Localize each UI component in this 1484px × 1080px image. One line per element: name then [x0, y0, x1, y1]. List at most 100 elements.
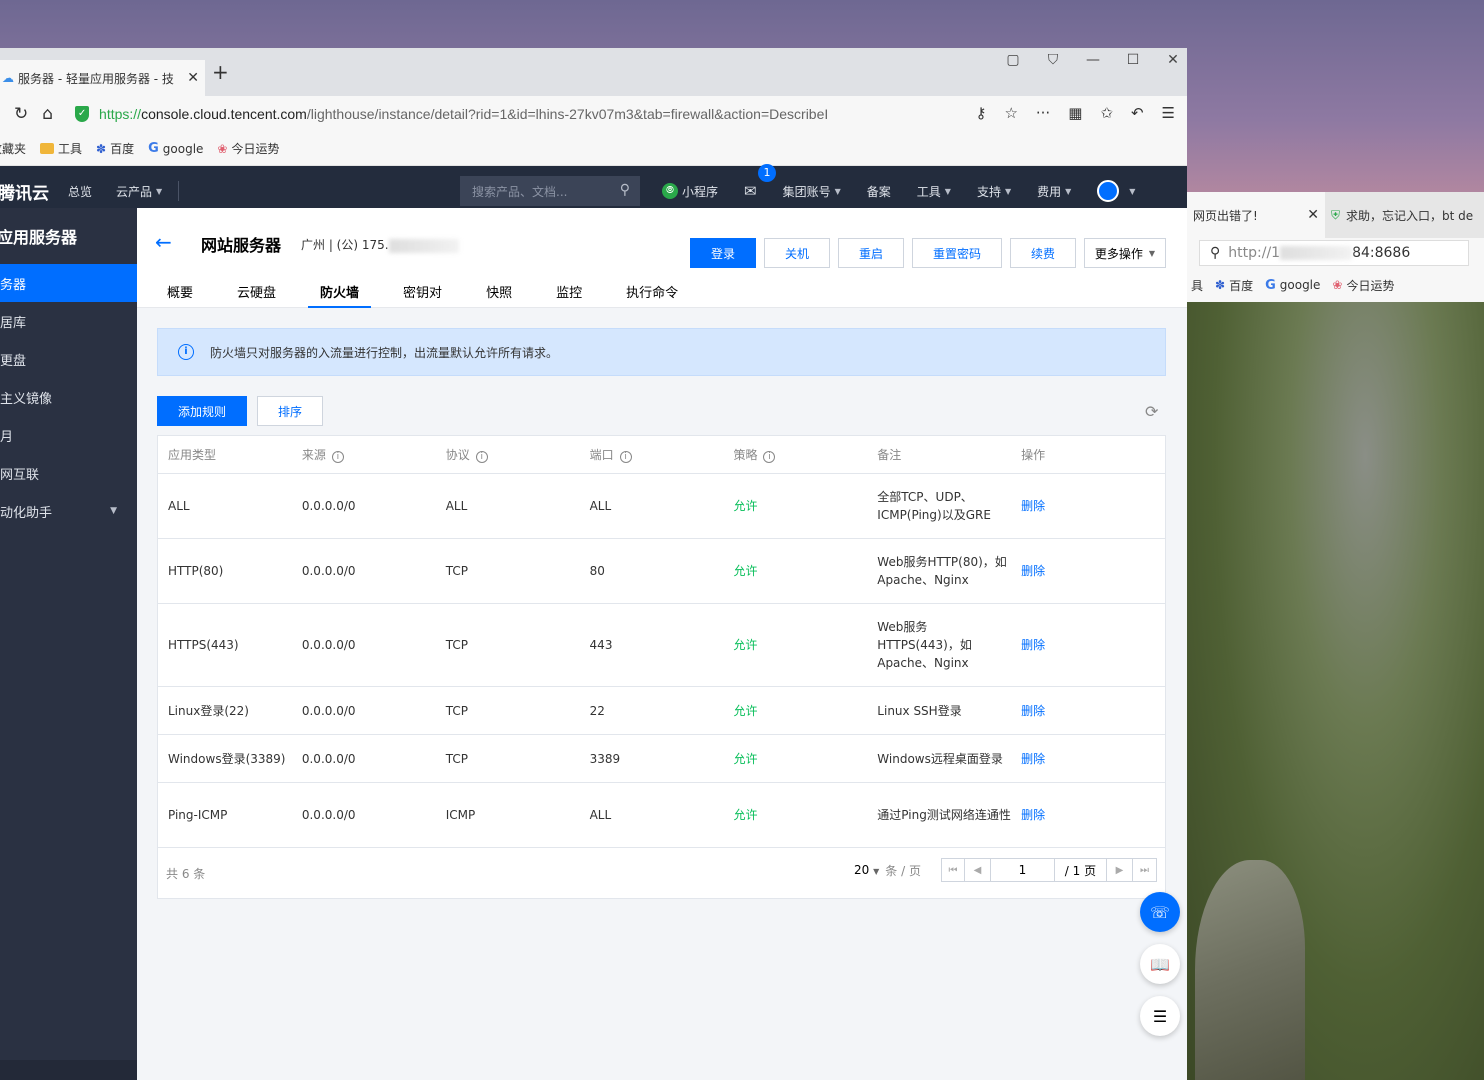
sidebar-title: 应用服务器: [0, 228, 78, 247]
menu-icon[interactable]: ☰: [1162, 104, 1175, 122]
cell-source: 0.0.0.0/0: [301, 564, 356, 578]
favorites-icon[interactable]: ✩: [1100, 104, 1113, 122]
background-url-field[interactable]: ⚲ http://1 84:8686: [1199, 240, 1469, 266]
sort-button[interactable]: 排序: [257, 396, 323, 426]
bookmark-google[interactable]: Ggoogle: [1265, 278, 1320, 293]
background-browser-window[interactable]: 网页出错了! ✕ ⛨ 求助，忘记入口，bt de ⚲ http://1 84:8…: [1187, 192, 1484, 302]
tab-monitor[interactable]: 监控: [544, 282, 594, 308]
bookmark-tools[interactable]: 工具: [40, 140, 82, 157]
more-icon[interactable]: ···: [1036, 104, 1050, 122]
sidebar-item-server[interactable]: 务器: [0, 264, 137, 302]
list-indent-icon[interactable]: ☰: [1140, 996, 1180, 1036]
sidebar-item-custom-image[interactable]: 主义镜像: [0, 378, 137, 416]
background-tab-help[interactable]: ⛨ 求助，忘记入口，bt de: [1325, 192, 1479, 238]
restart-button[interactable]: 重启: [838, 238, 904, 268]
shirt-icon[interactable]: ⛉: [1045, 52, 1061, 68]
minimize-icon[interactable]: —: [1085, 52, 1101, 68]
delete-link[interactable]: 删除: [1021, 562, 1165, 580]
delete-link[interactable]: 删除: [1021, 702, 1165, 720]
background-tab-error[interactable]: 网页出错了! ✕: [1187, 192, 1325, 238]
sidebar-item-automation[interactable]: 动化助手 ▼: [0, 492, 137, 530]
tab-keypair[interactable]: 密钥对: [391, 282, 454, 308]
key-icon[interactable]: ⚷: [975, 104, 986, 122]
shutdown-button[interactable]: 关机: [764, 238, 830, 268]
info-icon[interactable]: i: [331, 450, 344, 463]
bookmark-favorites[interactable]: 收藏夹: [0, 140, 26, 157]
home-icon[interactable]: ⌂: [42, 104, 53, 124]
bookmark-tools[interactable]: 具: [1191, 277, 1203, 294]
bookmark-google[interactable]: Ggoogle: [148, 141, 203, 156]
bookmarks-bar: 收藏夹 工具 ✽百度 Ggoogle ❀今日运势: [0, 132, 1187, 166]
delete-link[interactable]: 删除: [1021, 497, 1165, 515]
brand-logo[interactable]: 腾讯云: [0, 179, 68, 204]
nav-billing[interactable]: 费用 ▼: [1037, 183, 1071, 200]
caret-down-icon[interactable]: ▼: [1129, 187, 1135, 196]
sidebar-item-disk[interactable]: 更盘: [0, 340, 137, 378]
sidebar-item-database[interactable]: 居库: [0, 302, 137, 340]
bookmark-fortune[interactable]: ❀ 今日运势: [1332, 277, 1394, 294]
tab-overview[interactable]: 概要: [155, 282, 205, 308]
bookmark-baidu[interactable]: ✽ 百度: [1215, 277, 1253, 294]
new-tab-button[interactable]: +: [212, 60, 229, 84]
book-icon[interactable]: 📖: [1140, 944, 1180, 984]
tab-firewall[interactable]: 防火墙: [308, 282, 372, 308]
first-page-icon[interactable]: ⏮: [940, 858, 965, 882]
nav-group-account[interactable]: 集团账号 ▼: [783, 183, 841, 200]
page-size-select[interactable]: 20 ▼: [854, 863, 879, 877]
close-icon[interactable]: ✕: [1307, 207, 1319, 223]
nav-support[interactable]: 支持 ▼: [977, 183, 1011, 200]
add-rule-button[interactable]: 添加规则: [157, 396, 247, 426]
tab-count-icon[interactable]: ▢: [1005, 52, 1021, 68]
delete-link[interactable]: 删除: [1021, 750, 1165, 768]
info-icon[interactable]: i: [619, 450, 632, 463]
sidebar-item-interconnect[interactable]: 网互联: [0, 454, 137, 492]
search-icon: ⚲: [1210, 245, 1221, 261]
nav-miniprogram[interactable]: ⦾ 小程序: [662, 183, 718, 200]
close-icon[interactable]: ✕: [187, 70, 199, 86]
prev-page-icon[interactable]: ◀: [964, 858, 991, 882]
tab-run-command[interactable]: 执行命令: [614, 282, 690, 308]
close-window-icon[interactable]: ✕: [1165, 52, 1181, 68]
reset-password-button[interactable]: 重置密码: [912, 238, 1002, 268]
cell-port: 22: [589, 703, 605, 718]
nav-products[interactable]: 云产品 ▼: [116, 183, 162, 200]
maximize-icon[interactable]: ☐: [1125, 52, 1141, 68]
nav-overview[interactable]: 总览: [68, 183, 92, 200]
star-icon[interactable]: ☆: [1004, 104, 1017, 122]
headset-support-icon[interactable]: ☏: [1140, 892, 1180, 932]
nav-icp[interactable]: 备案: [867, 183, 891, 200]
nav-mail[interactable]: ✉ 1: [744, 164, 777, 200]
address-bar[interactable]: https://console.cloud.tencent.com/lighth…: [99, 106, 919, 122]
refresh-icon[interactable]: ⟳: [1145, 402, 1158, 421]
bookmark-baidu[interactable]: ✽ 百度: [96, 140, 134, 157]
search-input[interactable]: 搜索产品、文档... ⚲: [460, 176, 640, 206]
back-arrow-icon[interactable]: ←: [155, 230, 172, 254]
next-page-icon[interactable]: ▶: [1106, 858, 1133, 882]
last-page-icon[interactable]: ⏭: [1132, 858, 1157, 882]
delete-link[interactable]: 删除: [1021, 636, 1165, 654]
browser-tab-active[interactable]: ☁ 服务器 - 轻量应用服务器 - 技 ✕: [0, 60, 205, 96]
search-icon[interactable]: ⚲: [620, 182, 630, 198]
more-actions-button[interactable]: 更多操作 ▼: [1084, 238, 1166, 268]
tab-cloud-disk[interactable]: 云硬盘: [225, 282, 288, 308]
tab-snapshot[interactable]: 快照: [474, 282, 524, 308]
page-number-input[interactable]: 1: [990, 858, 1055, 882]
renew-button[interactable]: 续费: [1010, 238, 1076, 268]
reload-icon[interactable]: ↻: [14, 104, 28, 124]
info-icon[interactable]: i: [475, 450, 488, 463]
cell-policy: 允许: [733, 808, 758, 822]
bookmark-fortune[interactable]: ❀ 今日运势: [217, 140, 279, 157]
lotus-icon: ❀: [217, 141, 228, 156]
nav-tools[interactable]: 工具 ▼: [917, 183, 951, 200]
avatar[interactable]: [1097, 180, 1120, 202]
col-label: 端口: [589, 447, 614, 462]
undo-icon[interactable]: ↶: [1131, 104, 1144, 122]
sidebar-item-month[interactable]: 月: [0, 416, 137, 454]
delete-link[interactable]: 删除: [1021, 806, 1165, 824]
login-button[interactable]: 登录: [690, 238, 756, 268]
apps-grid-icon[interactable]: ▦: [1068, 104, 1082, 122]
cell-type: Ping-ICMP: [168, 808, 228, 822]
caret-down-icon: ▼: [1148, 248, 1156, 258]
info-icon[interactable]: i: [763, 450, 776, 463]
detail-tabs: 概要 云硬盘 防火墙 密钥对 快照 监控 执行命令: [155, 282, 710, 308]
